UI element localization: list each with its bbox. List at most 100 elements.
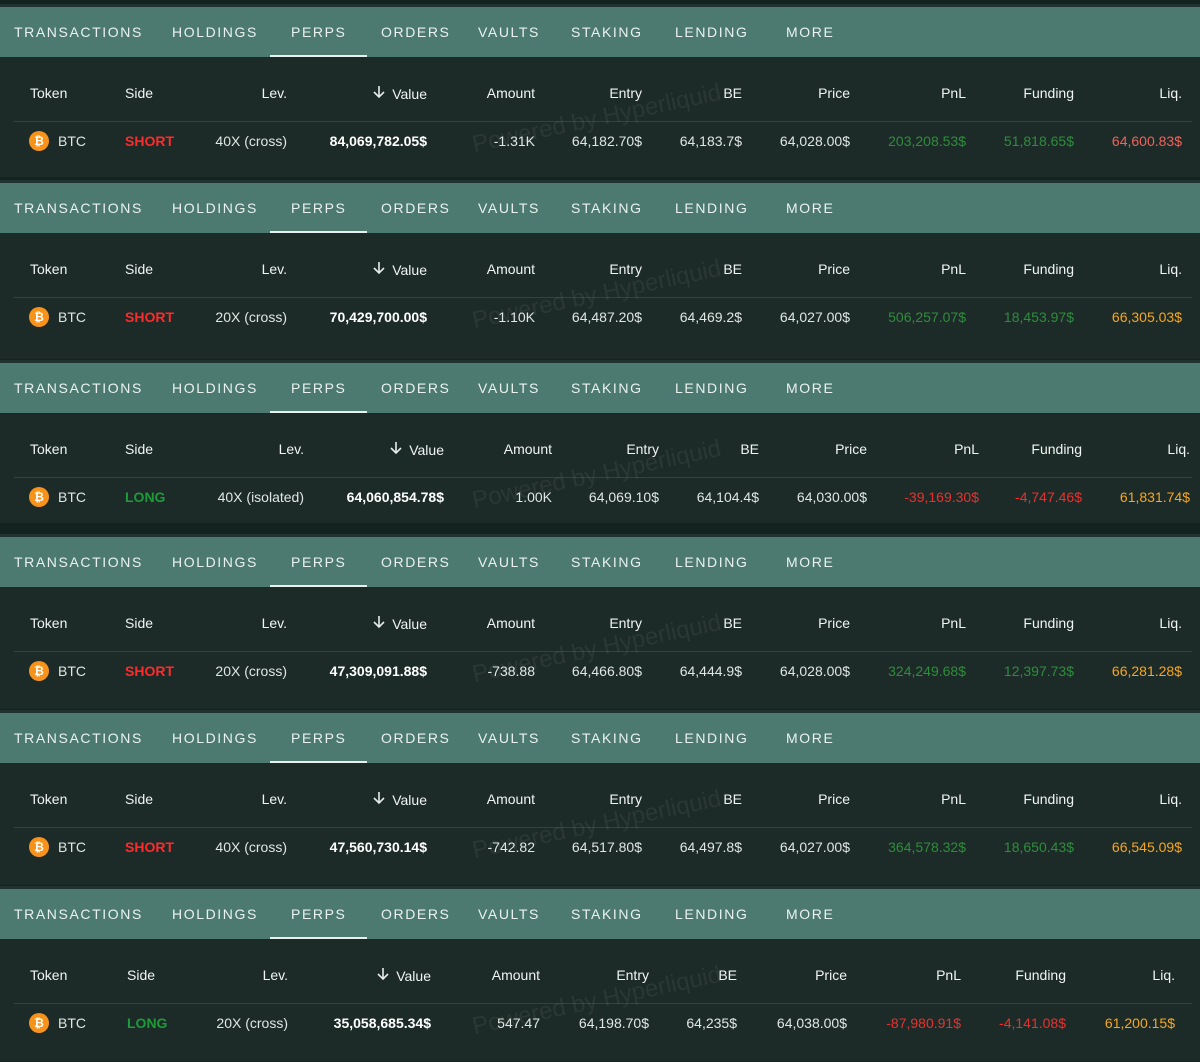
table-header (14, 65, 1192, 122)
column-header-pnl: PnL (941, 261, 966, 277)
tab-lending[interactable]: LENDING (675, 889, 748, 939)
cell-side: LONG (127, 1015, 168, 1031)
tab-lending[interactable]: LENDING (675, 713, 748, 763)
column-header-label: Value (392, 86, 427, 102)
column-header-liq: Liq. (1159, 791, 1182, 807)
tab-staking[interactable]: STAKING (571, 713, 643, 763)
column-header-token: Token (30, 261, 68, 277)
tab-orders[interactable]: ORDERS (381, 889, 451, 939)
column-header-amount: Amount (486, 85, 535, 101)
tab-more[interactable]: MORE (786, 363, 834, 413)
column-header-amount: Amount (486, 791, 535, 807)
cell-price: 64,027.00$ (779, 309, 850, 325)
column-header-label: Value (409, 442, 444, 458)
positions-table: Token Side Lev. Value Amount Entry BE Price PnL F… (0, 233, 1200, 359)
tab-transactions[interactable]: TRANSACTIONS (14, 537, 143, 587)
column-header-value[interactable]: Value (372, 85, 427, 102)
table-header (14, 241, 1192, 298)
column-header-funding: Funding (1031, 441, 1082, 457)
tab-perps[interactable]: PERPS (269, 7, 369, 57)
tab-vaults[interactable]: VAULTS (478, 183, 540, 233)
tab-vaults[interactable]: VAULTS (478, 889, 540, 939)
tab-lending[interactable]: LENDING (675, 537, 748, 587)
tab-perps[interactable]: PERPS (269, 713, 369, 763)
bitcoin-icon: ₿ (29, 487, 49, 507)
tab-holdings[interactable]: HOLDINGS (172, 363, 258, 413)
column-header-lev: Lev. (278, 441, 304, 457)
column-header-pnl: PnL (954, 441, 979, 457)
cell-entry: 64,198.70$ (578, 1015, 649, 1031)
tab-staking[interactable]: STAKING (571, 7, 643, 57)
tab-staking[interactable]: STAKING (571, 183, 643, 233)
cell-liq: 66,281.28$ (1111, 663, 1182, 679)
column-header-liq: Liq. (1159, 615, 1182, 631)
tab-lending[interactable]: LENDING (675, 363, 748, 413)
tab-perps[interactable]: PERPS (269, 889, 369, 939)
tab-vaults[interactable]: VAULTS (478, 7, 540, 57)
cell-amount: 1.00K (515, 489, 552, 505)
cell-liq: 66,545.09$ (1111, 839, 1182, 855)
tab-transactions[interactable]: TRANSACTIONS (14, 713, 143, 763)
cell-entry: 64,466.80$ (571, 663, 642, 679)
tab-holdings[interactable]: HOLDINGS (172, 889, 258, 939)
cell-price: 64,030.00$ (796, 489, 867, 505)
tab-lending[interactable]: LENDING (675, 7, 748, 57)
tab-staking[interactable]: STAKING (571, 889, 643, 939)
tab-more[interactable]: MORE (786, 183, 834, 233)
table-header (14, 421, 1192, 478)
cell-liq: 66,305.03$ (1111, 309, 1182, 325)
tab-perps[interactable]: PERPS (269, 183, 369, 233)
tab-holdings[interactable]: HOLDINGS (172, 713, 258, 763)
tab-perps[interactable]: PERPS (269, 363, 369, 413)
positions-panel: TRANSACTIONS HOLDINGS PERPS ORDERS VAULTS STA… (0, 180, 1200, 359)
tab-perps[interactable]: PERPS (269, 537, 369, 587)
column-header-value[interactable]: Value (372, 615, 427, 632)
column-header-value[interactable]: Value (372, 261, 427, 278)
nav-tabs: TRANSACTIONS HOLDINGS PERPS ORDERS VAULTS STA… (0, 4, 1200, 57)
tab-vaults[interactable]: VAULTS (478, 537, 540, 587)
column-header-pnl: PnL (941, 615, 966, 631)
tab-more[interactable]: MORE (786, 713, 834, 763)
column-header-pnl: PnL (936, 967, 961, 983)
cell-value: 84,069,782.05$ (329, 133, 427, 149)
tab-holdings[interactable]: HOLDINGS (172, 183, 258, 233)
tab-more[interactable]: MORE (786, 537, 834, 587)
tab-more[interactable]: MORE (786, 889, 834, 939)
tab-orders[interactable]: ORDERS (381, 713, 451, 763)
column-header-value[interactable]: Value (376, 967, 431, 984)
cell-funding: -4,141.08$ (999, 1015, 1066, 1031)
cell-entry: 64,487.20$ (571, 309, 642, 325)
column-header-liq: Liq. (1159, 85, 1182, 101)
bitcoin-icon: ₿ (29, 1013, 49, 1033)
cell-price: 64,028.00$ (779, 663, 850, 679)
tab-transactions[interactable]: TRANSACTIONS (14, 889, 143, 939)
column-header-liq: Liq. (1152, 967, 1175, 983)
tab-vaults[interactable]: VAULTS (478, 713, 540, 763)
tab-transactions[interactable]: TRANSACTIONS (14, 363, 143, 413)
tab-more[interactable]: MORE (786, 7, 834, 57)
column-header-value[interactable]: Value (372, 791, 427, 808)
bitcoin-icon: ₿ (29, 837, 49, 857)
column-header-entry: Entry (609, 261, 642, 277)
tab-orders[interactable]: ORDERS (381, 363, 451, 413)
tab-orders[interactable]: ORDERS (381, 183, 451, 233)
column-header-value[interactable]: Value (389, 441, 444, 458)
tab-staking[interactable]: STAKING (571, 537, 643, 587)
tab-transactions[interactable]: TRANSACTIONS (14, 183, 143, 233)
tab-lending[interactable]: LENDING (675, 183, 748, 233)
cell-price: 64,038.00$ (776, 1015, 847, 1031)
tab-vaults[interactable]: VAULTS (478, 363, 540, 413)
positions-table: Token Side Lev. Value Amount Entry BE Price PnL F… (0, 939, 1200, 1061)
column-header-amount: Amount (491, 967, 540, 983)
tab-orders[interactable]: ORDERS (381, 7, 451, 57)
column-header-token: Token (30, 85, 68, 101)
column-header-side: Side (125, 615, 154, 631)
tab-holdings[interactable]: HOLDINGS (172, 537, 258, 587)
tab-orders[interactable]: ORDERS (381, 537, 451, 587)
sort-arrow-down-icon (372, 261, 386, 278)
cell-be: 64,497.8$ (679, 839, 742, 855)
tab-holdings[interactable]: HOLDINGS (172, 7, 258, 57)
tab-staking[interactable]: STAKING (571, 363, 643, 413)
column-header-price: Price (818, 85, 850, 101)
tab-transactions[interactable]: TRANSACTIONS (14, 7, 143, 57)
